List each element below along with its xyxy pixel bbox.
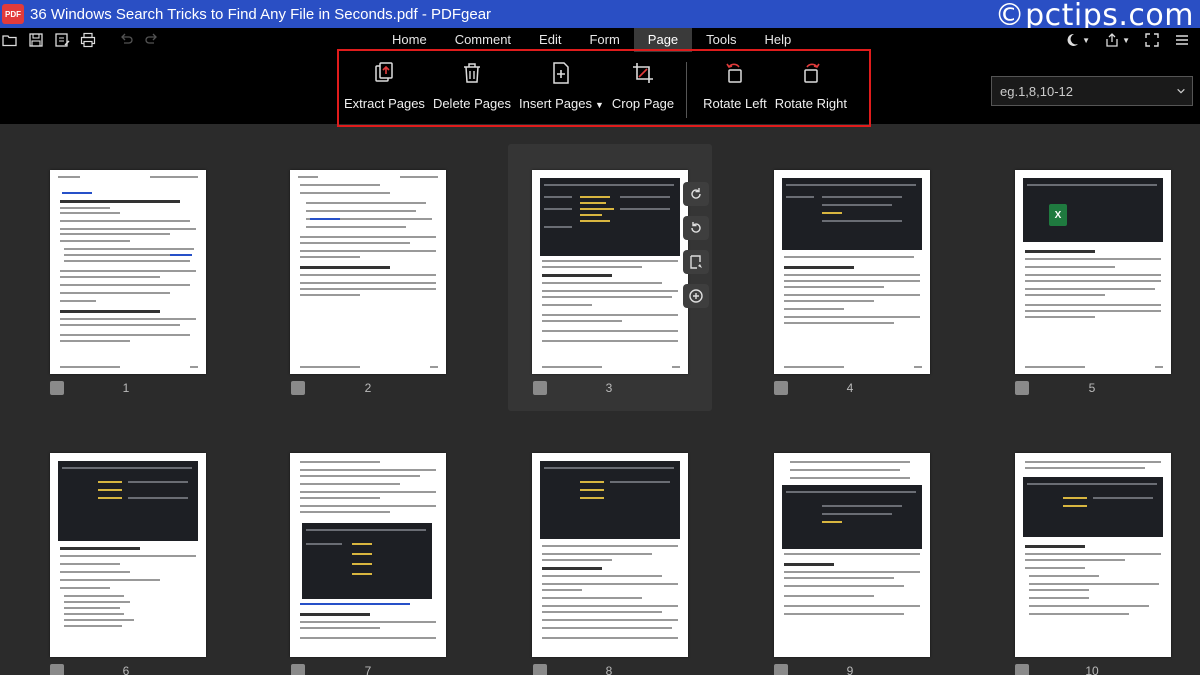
page-thumbnail-3[interactable] <box>532 170 688 374</box>
crop-page-quick-button[interactable] <box>683 250 709 274</box>
extract-pages-icon <box>369 58 399 88</box>
title-bar: PDF 36 Windows Search Tricks to Find Any… <box>0 0 1200 33</box>
crop-page-label: Crop Page <box>611 96 675 111</box>
extract-pages-label: Extract Pages <box>344 96 425 111</box>
menu-bar: Home Comment Edit Form Page Tools Help ▼… <box>0 28 1200 52</box>
menu-tabs: Home Comment Edit Form Page Tools Help <box>378 28 805 52</box>
page-thumbnail-grid: X 1 2 3 4 5 6 7 8 9 10 <box>0 124 1200 675</box>
page-number-2: 2 <box>364 381 372 395</box>
page-number-8: 8 <box>605 664 613 675</box>
pdfgear-window: PDF 36 Windows Search Tricks to Find Any… <box>0 0 1200 675</box>
page-quick-tools <box>683 182 709 308</box>
fullscreen-button[interactable] <box>1144 31 1160 49</box>
tab-page[interactable]: Page <box>633 28 693 52</box>
add-circle-icon <box>689 289 703 303</box>
crop-icon <box>628 58 658 88</box>
save-as-icon[interactable] <box>52 31 72 49</box>
delete-pages-button[interactable]: Delete Pages <box>429 58 515 111</box>
rotate-cw-icon <box>691 222 701 233</box>
page-thumbnail-1[interactable] <box>50 170 206 374</box>
page-number-10: 10 <box>1085 664 1099 675</box>
page-checkbox-4[interactable] <box>774 381 788 395</box>
window-title: 36 Windows Search Tricks to Find Any Fil… <box>30 5 492 23</box>
page-number-3: 3 <box>605 381 613 395</box>
excel-icon: X <box>1049 204 1067 226</box>
page-checkbox-7[interactable] <box>291 664 305 675</box>
fullscreen-icon <box>1145 33 1159 47</box>
tab-tools[interactable]: Tools <box>692 28 750 52</box>
theme-toggle[interactable]: ▼ <box>1064 31 1090 49</box>
crop-page-button[interactable]: Crop Page <box>608 58 678 111</box>
open-icon[interactable] <box>0 31 20 49</box>
page-thumbnail-5[interactable]: X <box>1015 170 1171 374</box>
page-checkbox-5[interactable] <box>1015 381 1029 395</box>
insert-pages-label: Insert Pages ▼ <box>519 96 604 111</box>
chevron-down-icon: ▼ <box>1122 35 1130 45</box>
page-thumbnail-6[interactable] <box>50 453 206 657</box>
rotate-left-button[interactable]: Rotate Left <box>699 58 771 111</box>
insert-page-quick-button[interactable] <box>683 284 709 308</box>
page-range-select[interactable]: eg.1,8,10-12 <box>991 76 1193 106</box>
page-thumbnail-7[interactable] <box>290 453 446 657</box>
rotate-left-page-button[interactable] <box>683 182 709 206</box>
window-tools: ▼ ▼ <box>1064 31 1190 49</box>
page-checkbox-10[interactable] <box>1015 664 1029 675</box>
undo-icon[interactable] <box>116 31 136 49</box>
ribbon-divider <box>686 62 688 118</box>
moon-icon <box>1067 33 1079 46</box>
page-number-6: 6 <box>122 664 130 675</box>
page-thumbnail-9[interactable] <box>774 453 930 657</box>
chevron-down-icon: ▼ <box>1082 35 1091 45</box>
tab-form[interactable]: Form <box>575 28 633 52</box>
share-icon <box>1106 33 1118 47</box>
page-checkbox-8[interactable] <box>533 664 547 675</box>
rotate-right-button[interactable]: Rotate Right <box>771 58 851 111</box>
page-number-5: 5 <box>1088 381 1096 395</box>
delete-pages-label: Delete Pages <box>432 96 511 111</box>
quick-access-toolbar <box>0 31 162 49</box>
rotate-left-label: Rotate Left <box>703 96 767 111</box>
page-number-9: 9 <box>846 664 854 675</box>
crop-icon <box>690 255 702 269</box>
page-thumbnail-10[interactable] <box>1015 453 1171 657</box>
redo-icon[interactable] <box>142 31 162 49</box>
rotate-ccw-icon <box>691 188 701 199</box>
rotate-right-page-button[interactable] <box>683 216 709 240</box>
page-checkbox-1[interactable] <box>50 381 64 395</box>
page-checkbox-9[interactable] <box>774 664 788 675</box>
page-thumbnail-8[interactable] <box>532 453 688 657</box>
page-range-placeholder: eg.1,8,10-12 <box>1000 83 1074 99</box>
print-icon[interactable] <box>78 31 98 49</box>
tab-help[interactable]: Help <box>751 28 806 52</box>
page-number-4: 4 <box>846 381 854 395</box>
pdfgear-logo-icon: PDF <box>2 4 24 24</box>
share-button[interactable]: ▼ <box>1104 31 1130 49</box>
page-number-1: 1 <box>122 381 130 395</box>
more-icon <box>1176 35 1188 45</box>
tab-comment[interactable]: Comment <box>441 28 525 52</box>
chevron-down-icon <box>1170 86 1192 96</box>
page-tools-group: Extract Pages Delete Pages Insert Pages ▼… <box>340 58 851 118</box>
caret-down-icon: ▼ <box>595 100 604 110</box>
more-menu-button[interactable] <box>1174 31 1190 49</box>
rotate-right-label: Rotate Right <box>774 96 847 111</box>
tab-home[interactable]: Home <box>378 28 441 52</box>
page-number-7: 7 <box>364 664 372 675</box>
tab-edit[interactable]: Edit <box>525 28 575 52</box>
rotate-right-icon <box>796 58 826 88</box>
save-icon[interactable] <box>26 31 46 49</box>
extract-pages-button[interactable]: Extract Pages <box>340 58 429 111</box>
insert-pages-button[interactable]: Insert Pages ▼ <box>515 58 608 111</box>
insert-page-icon <box>546 58 576 88</box>
page-checkbox-2[interactable] <box>291 381 305 395</box>
page-thumbnail-2[interactable] <box>290 170 446 374</box>
rotate-left-icon <box>720 58 750 88</box>
trash-icon <box>457 58 487 88</box>
page-thumbnail-4[interactable] <box>774 170 930 374</box>
page-checkbox-3[interactable] <box>533 381 547 395</box>
page-checkbox-6[interactable] <box>50 664 64 675</box>
